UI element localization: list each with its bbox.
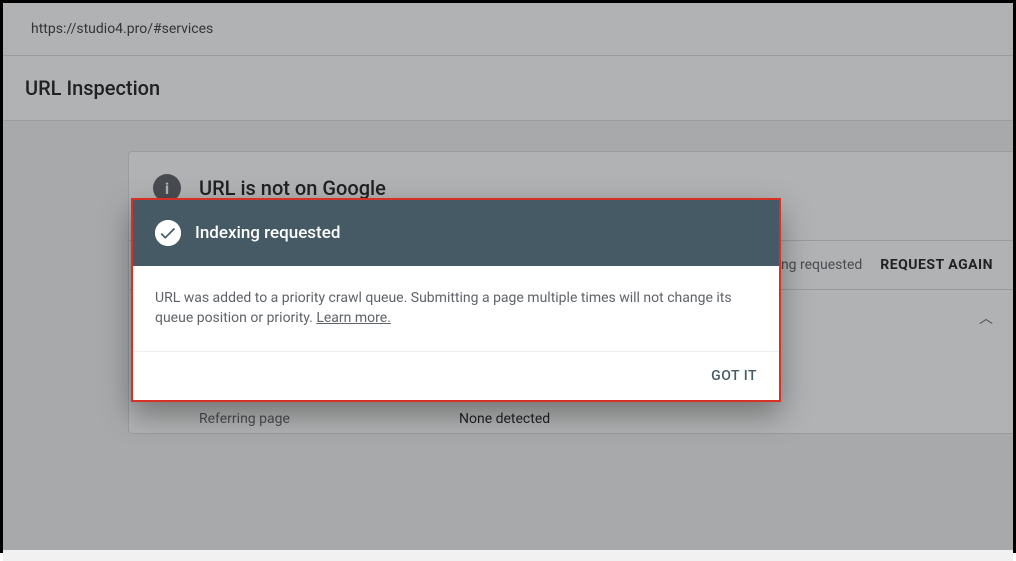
dialog-header: Indexing requested	[133, 200, 779, 266]
check-circle-icon	[155, 220, 181, 246]
dialog-title: Indexing requested	[195, 223, 340, 243]
dialog-body-text: URL was added to a priority crawl queue.…	[155, 290, 732, 326]
dialog-actions: GOT IT	[133, 352, 779, 400]
got-it-button[interactable]: GOT IT	[711, 368, 757, 384]
learn-more-link[interactable]: Learn more.	[316, 310, 391, 326]
indexing-requested-dialog: Indexing requested URL was added to a pr…	[131, 198, 781, 402]
dialog-body: URL was added to a priority crawl queue.…	[133, 266, 779, 352]
